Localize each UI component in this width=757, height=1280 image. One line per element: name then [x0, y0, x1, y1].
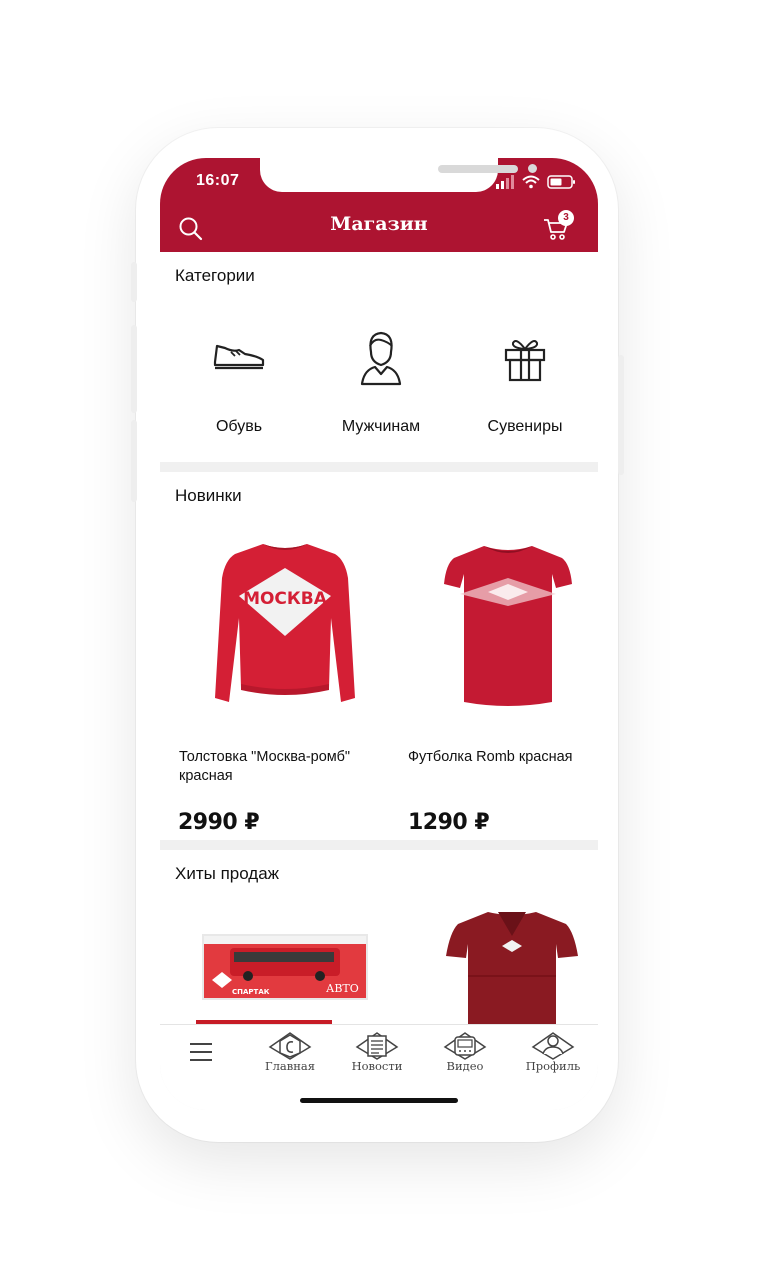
category-label: Мужчинам: [341, 418, 421, 435]
side-button: [618, 355, 624, 475]
section-title: Категории: [175, 266, 255, 285]
cart-badge: 3: [558, 210, 574, 226]
new-items-section: Новинки МОСКВА Толстовка "Москва-ромб" к…: [160, 472, 598, 840]
svg-text:СПАРТАК: СПАРТАК: [232, 988, 270, 996]
gift-icon: [504, 340, 546, 382]
notch: [260, 158, 537, 192]
product-card[interactable]: СПАРТАК АВТО: [160, 900, 380, 1060]
tab-label: Профиль: [525, 1059, 581, 1073]
tab-home[interactable]: Главная: [250, 1025, 330, 1085]
page-title: Магазин: [330, 213, 428, 235]
tab-label: Видео: [446, 1059, 484, 1073]
tab-video[interactable]: Видео: [425, 1025, 505, 1085]
product-card[interactable]: Футболка Romb красная 1290 ₽: [388, 522, 598, 840]
categories-section: Категории Обувь Мужчинам Сувениры: [160, 252, 598, 462]
video-icon: [443, 1032, 487, 1060]
svg-text:АВТО: АВТО: [326, 982, 359, 995]
status-icons: [496, 174, 576, 189]
tab-label: Новости: [351, 1059, 403, 1073]
side-button: [131, 420, 137, 502]
category-souvenirs[interactable]: Сувениры: [452, 306, 598, 452]
product-name: Футболка Romb красная: [408, 749, 573, 765]
side-button: [131, 262, 137, 302]
news-icon: [355, 1032, 399, 1060]
profile-icon: [531, 1032, 575, 1060]
man-icon: [360, 331, 402, 386]
product-card[interactable]: [388, 900, 598, 1036]
tab-profile[interactable]: Профиль: [513, 1025, 593, 1085]
product-card[interactable]: МОСКВА Толстовка "Москва-ромб" красная 2…: [160, 522, 380, 840]
product-price: 1290 ₽: [408, 810, 490, 835]
section-title: Новинки: [175, 486, 242, 505]
section-title: Хиты продаж: [175, 864, 280, 883]
side-button: [131, 325, 137, 413]
tab-label: Главная: [264, 1059, 316, 1073]
sweatshirt-image: МОСКВА: [215, 544, 355, 702]
category-label: Обувь: [215, 418, 263, 435]
screen: 16:07 Магазин 3 Категории Обувь Мужчинам…: [160, 158, 598, 1110]
menu-icon[interactable]: [188, 1041, 214, 1063]
sneaker-icon: [213, 344, 265, 370]
bestsellers-section: Хиты продаж СПАРТАК АВТО: [160, 850, 598, 1060]
signal-wifi-battery-icon: [496, 175, 575, 189]
speaker: [438, 165, 518, 173]
camera: [528, 164, 537, 173]
product-price: 2990 ₽: [178, 810, 260, 835]
home-indicator: [300, 1098, 458, 1103]
category-men[interactable]: Мужчинам: [308, 306, 454, 452]
tab-news[interactable]: Новости: [337, 1025, 417, 1085]
category-label: Сувениры: [487, 418, 563, 435]
svg-text:МОСКВА: МОСКВА: [243, 589, 328, 609]
home-icon: [268, 1032, 312, 1060]
app-header: 16:07 Магазин 3: [160, 158, 598, 252]
polo-image: [446, 912, 578, 1036]
product-name: Толстовка "Москва-ромб" красная: [179, 749, 351, 784]
tshirt-image: [444, 546, 572, 706]
status-time: 16:07: [196, 172, 240, 189]
category-shoes[interactable]: Обувь: [166, 306, 312, 452]
